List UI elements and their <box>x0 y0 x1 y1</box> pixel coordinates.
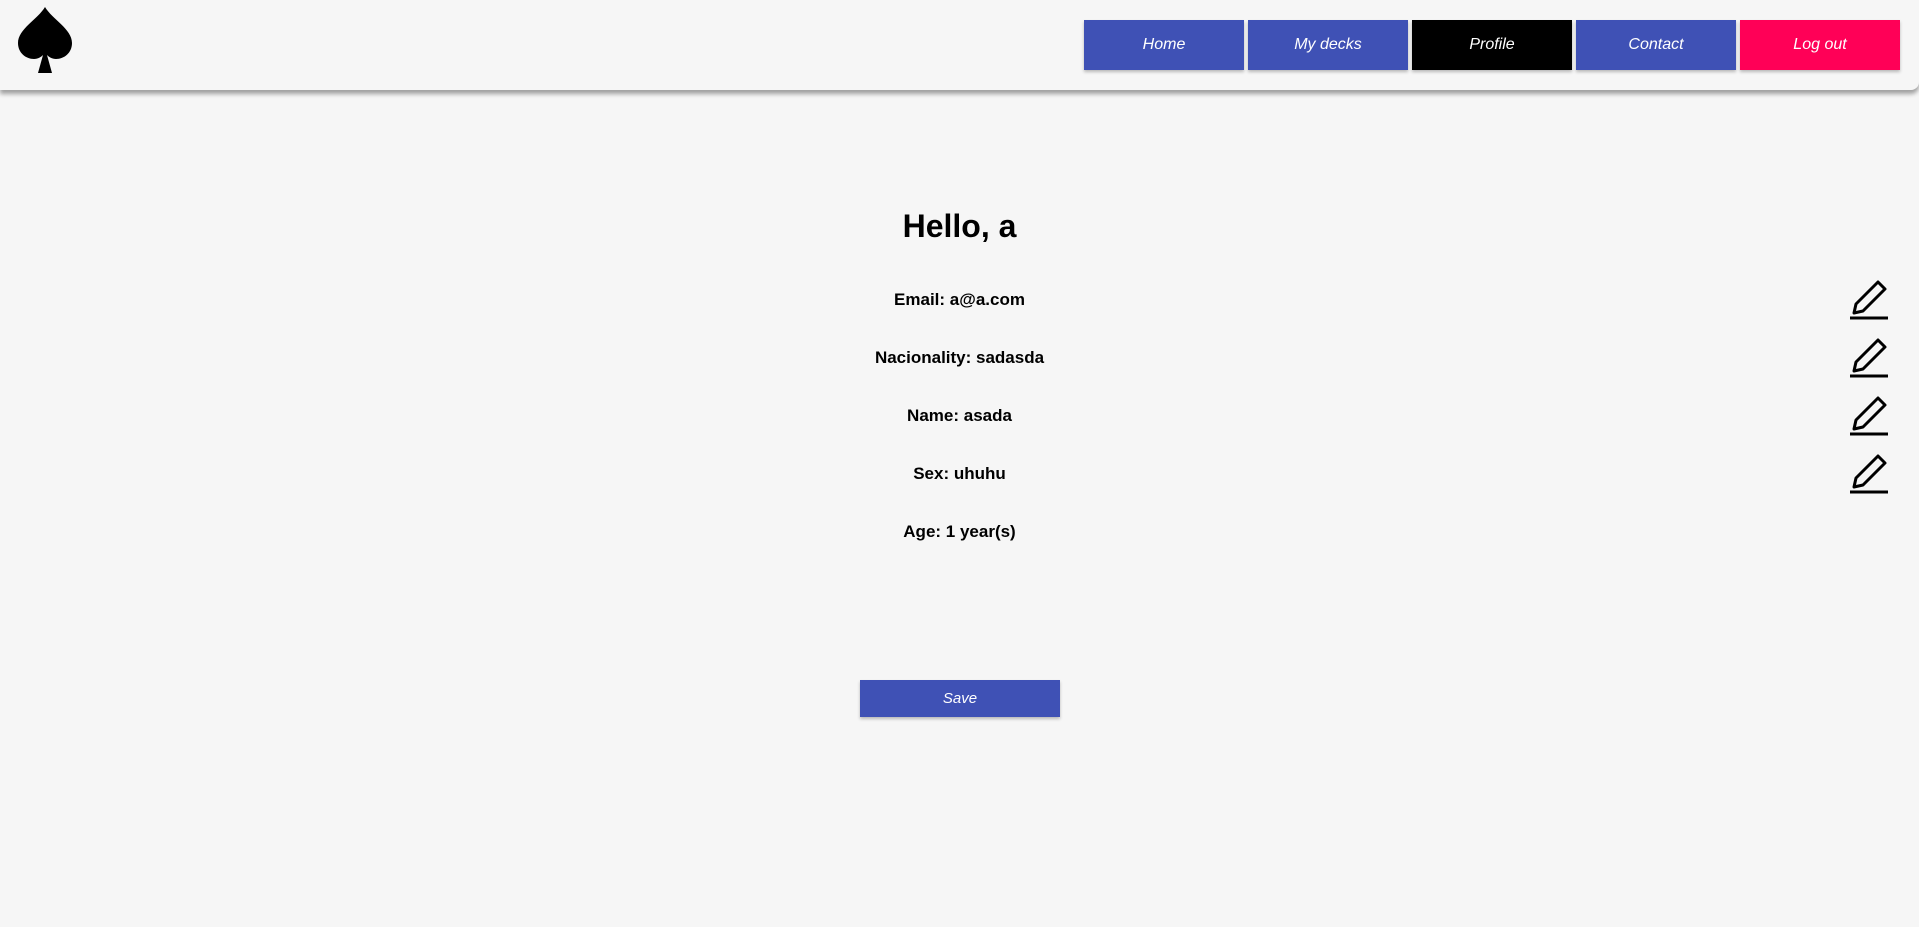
nav-logout-label: Log out <box>1793 36 1847 53</box>
save-button[interactable]: Save <box>860 680 1060 717</box>
nav-buttons: Home My decks Profile Contact Log out <box>1084 20 1900 70</box>
pencil-icon[interactable] <box>1848 394 1890 436</box>
nav-home-label: Home <box>1142 36 1186 53</box>
top-navbar: Home My decks Profile Contact Log out <box>0 0 1919 90</box>
nav-profile-button[interactable]: Profile <box>1412 20 1572 70</box>
profile-field-sex: Sex: uhuhu <box>913 464 1006 483</box>
pencil-icon[interactable] <box>1848 452 1890 494</box>
nav-profile-label: Profile <box>1469 36 1515 53</box>
profile-field-email: Email: a@a.com <box>894 290 1025 309</box>
nav-contact-button[interactable]: Contact <box>1576 20 1736 70</box>
spade-icon <box>18 7 72 73</box>
nav-home-button[interactable]: Home <box>1084 20 1244 70</box>
save-button-label: Save <box>942 690 978 707</box>
profile-field-nationality: Nacionality: sadasda <box>874 348 1045 367</box>
page-title: Hello, a <box>902 208 1017 244</box>
nav-logout-button[interactable]: Log out <box>1740 20 1900 70</box>
pencil-icon[interactable] <box>1848 278 1890 320</box>
nav-my-decks-label: My decks <box>1294 36 1362 53</box>
nav-contact-label: Contact <box>1628 36 1684 53</box>
nav-my-decks-button[interactable]: My decks <box>1248 20 1408 70</box>
profile-field-age: Age: 1 year(s) <box>903 522 1016 541</box>
pencil-icon[interactable] <box>1848 336 1890 378</box>
profile-main: Hello, a Email: a@a.com Nacionality: sad… <box>0 90 1919 927</box>
profile-field-name: Name: asada <box>907 406 1012 425</box>
